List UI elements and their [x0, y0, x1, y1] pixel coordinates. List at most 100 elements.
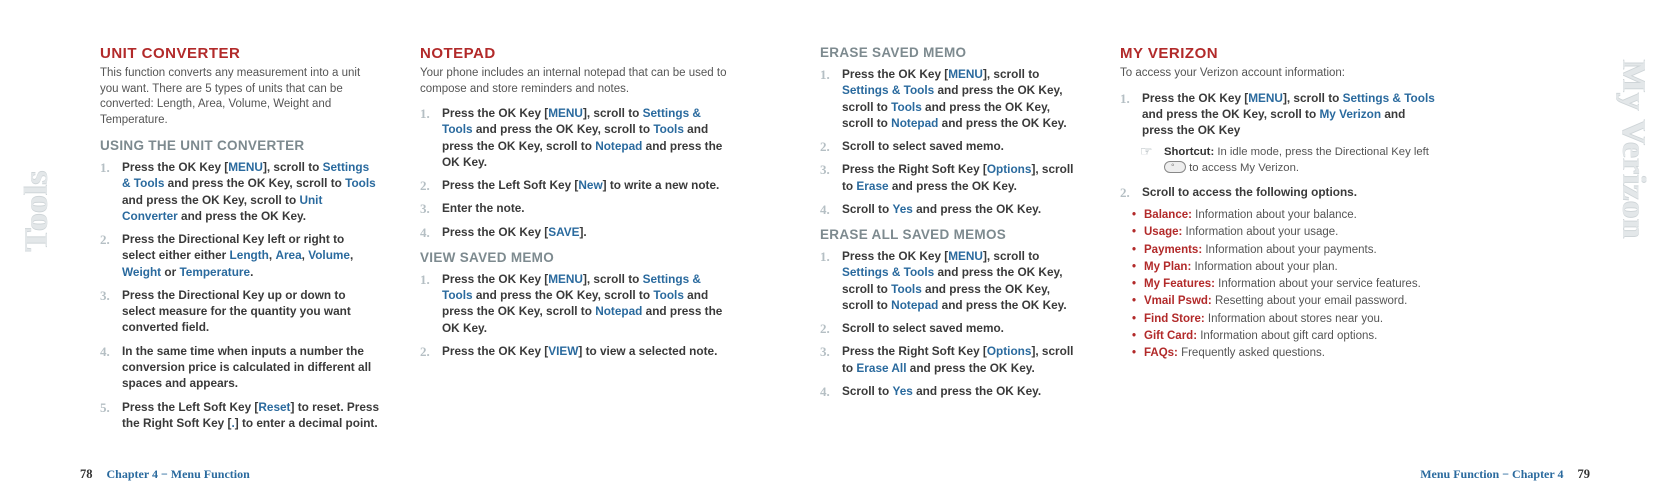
- step-item: Press the OK Key [SAVE].: [420, 224, 730, 240]
- column-my-verizon: MY VERIZON To access your Verizon accoun…: [1100, 45, 1460, 435]
- keyword: MENU: [948, 67, 983, 81]
- bullet-text: Resetting about your email password.: [1212, 295, 1408, 307]
- chapter-label-right: Menu Function − Chapter 4: [1420, 467, 1563, 482]
- keyword: Notepad: [891, 298, 938, 312]
- subheading-erase-saved-memo: ERASE SAVED MEMO: [820, 45, 1080, 60]
- bullet-text: Information about your plan.: [1191, 261, 1337, 273]
- keyword: Length: [230, 248, 269, 262]
- keyword: Area: [275, 248, 301, 262]
- page-number-left: 78: [80, 467, 93, 482]
- side-tab-left: Tools: [18, 170, 56, 251]
- step-scroll-options: Scroll to access the following options.: [1120, 184, 1440, 200]
- keyword: Notepad: [595, 304, 642, 318]
- keyword: Tools: [653, 288, 684, 302]
- step-item: Press the Directional Key up or down to …: [100, 287, 380, 336]
- keyword: MENU: [948, 249, 983, 263]
- keyword: Notepad: [891, 116, 938, 130]
- bullet-item: Find Store: Information about stores nea…: [1144, 311, 1440, 328]
- bullet-item: FAQs: Frequently asked questions.: [1144, 345, 1440, 362]
- step-item: Press the OK Key [MENU], scroll to Setti…: [820, 66, 1080, 131]
- keyword: Tools: [891, 100, 922, 114]
- bullet-label: Gift Card:: [1144, 330, 1197, 342]
- step-item: Press the OK Key [MENU], scroll to Setti…: [1120, 90, 1440, 139]
- step-item: Press the OK Key [MENU], scroll to Setti…: [420, 271, 730, 336]
- directional-key-icon: [1164, 161, 1186, 173]
- bullet-item: Gift Card: Information about gift card o…: [1144, 328, 1440, 345]
- subheading-erase-all-memos: ERASE ALL SAVED MEMOS: [820, 227, 1080, 242]
- step-item: Press the OK Key [MENU], scroll to Setti…: [420, 105, 730, 170]
- keyword: MENU: [1248, 91, 1283, 105]
- keyword: SAVE: [548, 225, 579, 239]
- step-item: Scroll to select saved memo.: [820, 138, 1080, 154]
- keyword: Settings & Tools: [842, 83, 934, 97]
- keyword: VIEW: [548, 344, 578, 358]
- keyword: MENU: [548, 272, 583, 286]
- bullet-text: Information about your payments.: [1202, 244, 1377, 256]
- heading-my-verizon: MY VERIZON: [1120, 45, 1440, 62]
- bullet-label: My Features:: [1144, 278, 1215, 290]
- subheading-view-saved-memo: VIEW SAVED MEMO: [420, 250, 730, 265]
- bullet-label: Usage:: [1144, 226, 1182, 238]
- intro-unit-converter: This function converts any measurement i…: [100, 66, 380, 128]
- bullet-label: Find Store:: [1144, 313, 1205, 325]
- step-item: Press the Left Soft Key [New] to write a…: [420, 177, 730, 193]
- keyword: Tools: [345, 176, 376, 190]
- keyword: Volume: [308, 248, 350, 262]
- shortcut-label: Shortcut:: [1164, 146, 1214, 158]
- keyword: Options: [987, 344, 1032, 358]
- keyword: Temperature: [179, 265, 250, 279]
- page-spread: UNIT CONVERTER This function converts an…: [80, 45, 1590, 435]
- keyword: Options: [987, 162, 1032, 176]
- keyword: Erase All: [856, 361, 906, 375]
- shortcut-text-1: In idle mode, press the Directional Key …: [1214, 146, 1429, 158]
- bullet-item: Payments: Information about your payment…: [1144, 242, 1440, 259]
- keyword: Erase: [856, 179, 888, 193]
- page-number-right: 79: [1578, 467, 1591, 482]
- step-item: Scroll to select saved memo.: [820, 320, 1080, 336]
- chapter-label-left: Chapter 4 − Menu Function: [107, 467, 250, 482]
- bullet-text: Information about gift card options.: [1197, 330, 1377, 342]
- step-item: Press the Right Soft Key [Options], scro…: [820, 343, 1080, 376]
- column-unit-converter: UNIT CONVERTER This function converts an…: [80, 45, 400, 435]
- keyword: Notepad: [595, 139, 642, 153]
- step-item: Scroll to Yes and press the OK Key.: [820, 201, 1080, 217]
- step-item: Press the Left Soft Key [Reset] to reset…: [100, 399, 380, 432]
- step-item: Scroll to Yes and press the OK Key.: [820, 383, 1080, 399]
- bullet-text: Information about your usage.: [1182, 226, 1338, 238]
- subheading-using-unit-converter: USING THE UNIT CONVERTER: [100, 138, 380, 153]
- bullet-label: Vmail Pswd:: [1144, 295, 1212, 307]
- shortcut-text: Shortcut: In idle mode, press the Direct…: [1164, 145, 1440, 176]
- bullet-item: Vmail Pswd: Resetting about your email p…: [1144, 293, 1440, 310]
- column-notepad: NOTEPAD Your phone includes an internal …: [400, 45, 750, 435]
- bullet-text: Frequently asked questions.: [1178, 347, 1325, 359]
- shortcut-text-2: to access My Verizon.: [1186, 162, 1299, 174]
- hand-icon: [1140, 145, 1158, 159]
- steps-erase-saved-memo: Press the OK Key [MENU], scroll to Setti…: [820, 66, 1080, 217]
- intro-notepad: Your phone includes an internal notepad …: [420, 66, 730, 97]
- keyword: Settings & Tools: [1343, 91, 1435, 105]
- intro-my-verizon: To access your Verizon account informati…: [1120, 66, 1440, 82]
- step-item: Press the OK Key [VIEW] to view a select…: [420, 343, 730, 359]
- keyword: Settings & Tools: [842, 265, 934, 279]
- steps-my-verizon: Press the OK Key [MENU], scroll to Setti…: [1120, 90, 1440, 139]
- bullet-item: Usage: Information about your usage.: [1144, 224, 1440, 241]
- steps-notepad: Press the OK Key [MENU], scroll to Setti…: [420, 105, 730, 240]
- step-item: Press the OK Key [MENU], scroll to Setti…: [820, 248, 1080, 313]
- keyword: MENU: [228, 160, 263, 174]
- step-item: In the same time when inputs a number th…: [100, 343, 380, 392]
- steps-my-verizon-2: Scroll to access the following options.: [1120, 184, 1440, 200]
- bullet-item: My Plan: Information about your plan.: [1144, 259, 1440, 276]
- steps-unit-converter: Press the OK Key [MENU], scroll to Setti…: [100, 159, 380, 431]
- bullet-label: Balance:: [1144, 209, 1192, 221]
- bullet-list-options: Balance: Information about your balance.…: [1120, 207, 1440, 362]
- bullet-text: Information about your service features.: [1215, 278, 1421, 290]
- bullet-item: My Features: Information about your serv…: [1144, 276, 1440, 293]
- heading-unit-converter: UNIT CONVERTER: [100, 45, 380, 62]
- bullet-text: Information about your balance.: [1192, 209, 1357, 221]
- footer-left: 78 Chapter 4 − Menu Function: [80, 467, 250, 482]
- side-tab-right: My Verizon: [1614, 60, 1652, 239]
- column-erase-memo: ERASE SAVED MEMO Press the OK Key [MENU]…: [750, 45, 1100, 435]
- bullet-text: Information about stores near you.: [1205, 313, 1383, 325]
- keyword: Tools: [891, 282, 922, 296]
- bullet-label: Payments:: [1144, 244, 1202, 256]
